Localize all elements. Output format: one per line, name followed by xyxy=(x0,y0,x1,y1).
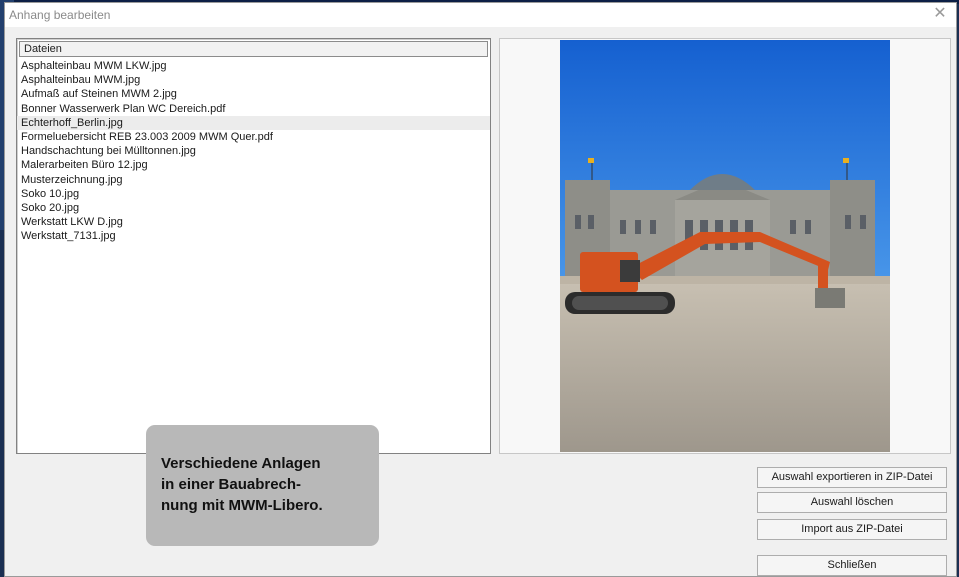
list-item[interactable]: Soko 20.jpg xyxy=(17,201,490,215)
list-item[interactable]: Musterzeichnung.jpg xyxy=(17,173,490,187)
list-item-selected[interactable]: Echterhoff_Berlin.jpg xyxy=(17,115,490,130)
photo-reichstag-excavator-icon xyxy=(560,40,890,452)
window-title: Anhang bearbeiten xyxy=(9,8,111,22)
list-item[interactable]: Handschachtung bei Mülltonnen.jpg xyxy=(17,144,490,158)
close-button[interactable]: Schließen xyxy=(757,555,947,576)
close-icon[interactable]: ✕ xyxy=(930,4,950,24)
annotation-callout: Verschiedene Anlagen in einer Bauabrech-… xyxy=(146,425,379,546)
callout-line: nung mit MWM-Libero. xyxy=(161,497,323,514)
list-item[interactable]: Werkstatt_7131.jpg xyxy=(17,229,490,243)
list-item[interactable]: Asphalteinbau MWM.jpg xyxy=(17,73,490,87)
delete-selection-button[interactable]: Auswahl löschen xyxy=(757,492,947,513)
callout-line: Verschiedene Anlagen xyxy=(161,455,321,472)
callout-line: in einer Bauabrech- xyxy=(161,476,302,493)
list-item[interactable]: Asphalteinbau MWM LKW.jpg xyxy=(17,59,490,73)
list-item[interactable]: Werkstatt LKW D.jpg xyxy=(17,215,490,229)
file-list[interactable]: Dateien Asphalteinbau MWM LKW.jpg Asphal… xyxy=(16,38,491,454)
list-item[interactable]: Soko 10.jpg xyxy=(17,187,490,201)
title-bar: Anhang bearbeiten ✕ xyxy=(5,3,956,27)
column-header-files[interactable]: Dateien xyxy=(19,41,488,57)
image-preview-panel xyxy=(499,38,951,454)
export-zip-button[interactable]: Auswahl exportieren in ZIP-Datei xyxy=(757,467,947,488)
attachment-dialog: Anhang bearbeiten ✕ Dateien Asphalteinba… xyxy=(4,2,957,577)
preview-image xyxy=(560,40,890,452)
list-item[interactable]: Bonner Wasserwerk Plan WC Dereich.pdf xyxy=(17,102,490,116)
list-item[interactable]: Formeluebersicht REB 23.003 2009 MWM Que… xyxy=(17,130,490,144)
file-list-rows: Asphalteinbau MWM LKW.jpg Asphalteinbau … xyxy=(17,59,490,243)
list-item[interactable]: Malerarbeiten Büro 12.jpg xyxy=(17,158,490,172)
callout-text: Verschiedene Anlagen in einer Bauabrech-… xyxy=(161,453,371,516)
import-zip-button[interactable]: Import aus ZIP-Datei xyxy=(757,519,947,540)
list-item[interactable]: Aufmaß auf Steinen MWM 2.jpg xyxy=(17,87,490,101)
